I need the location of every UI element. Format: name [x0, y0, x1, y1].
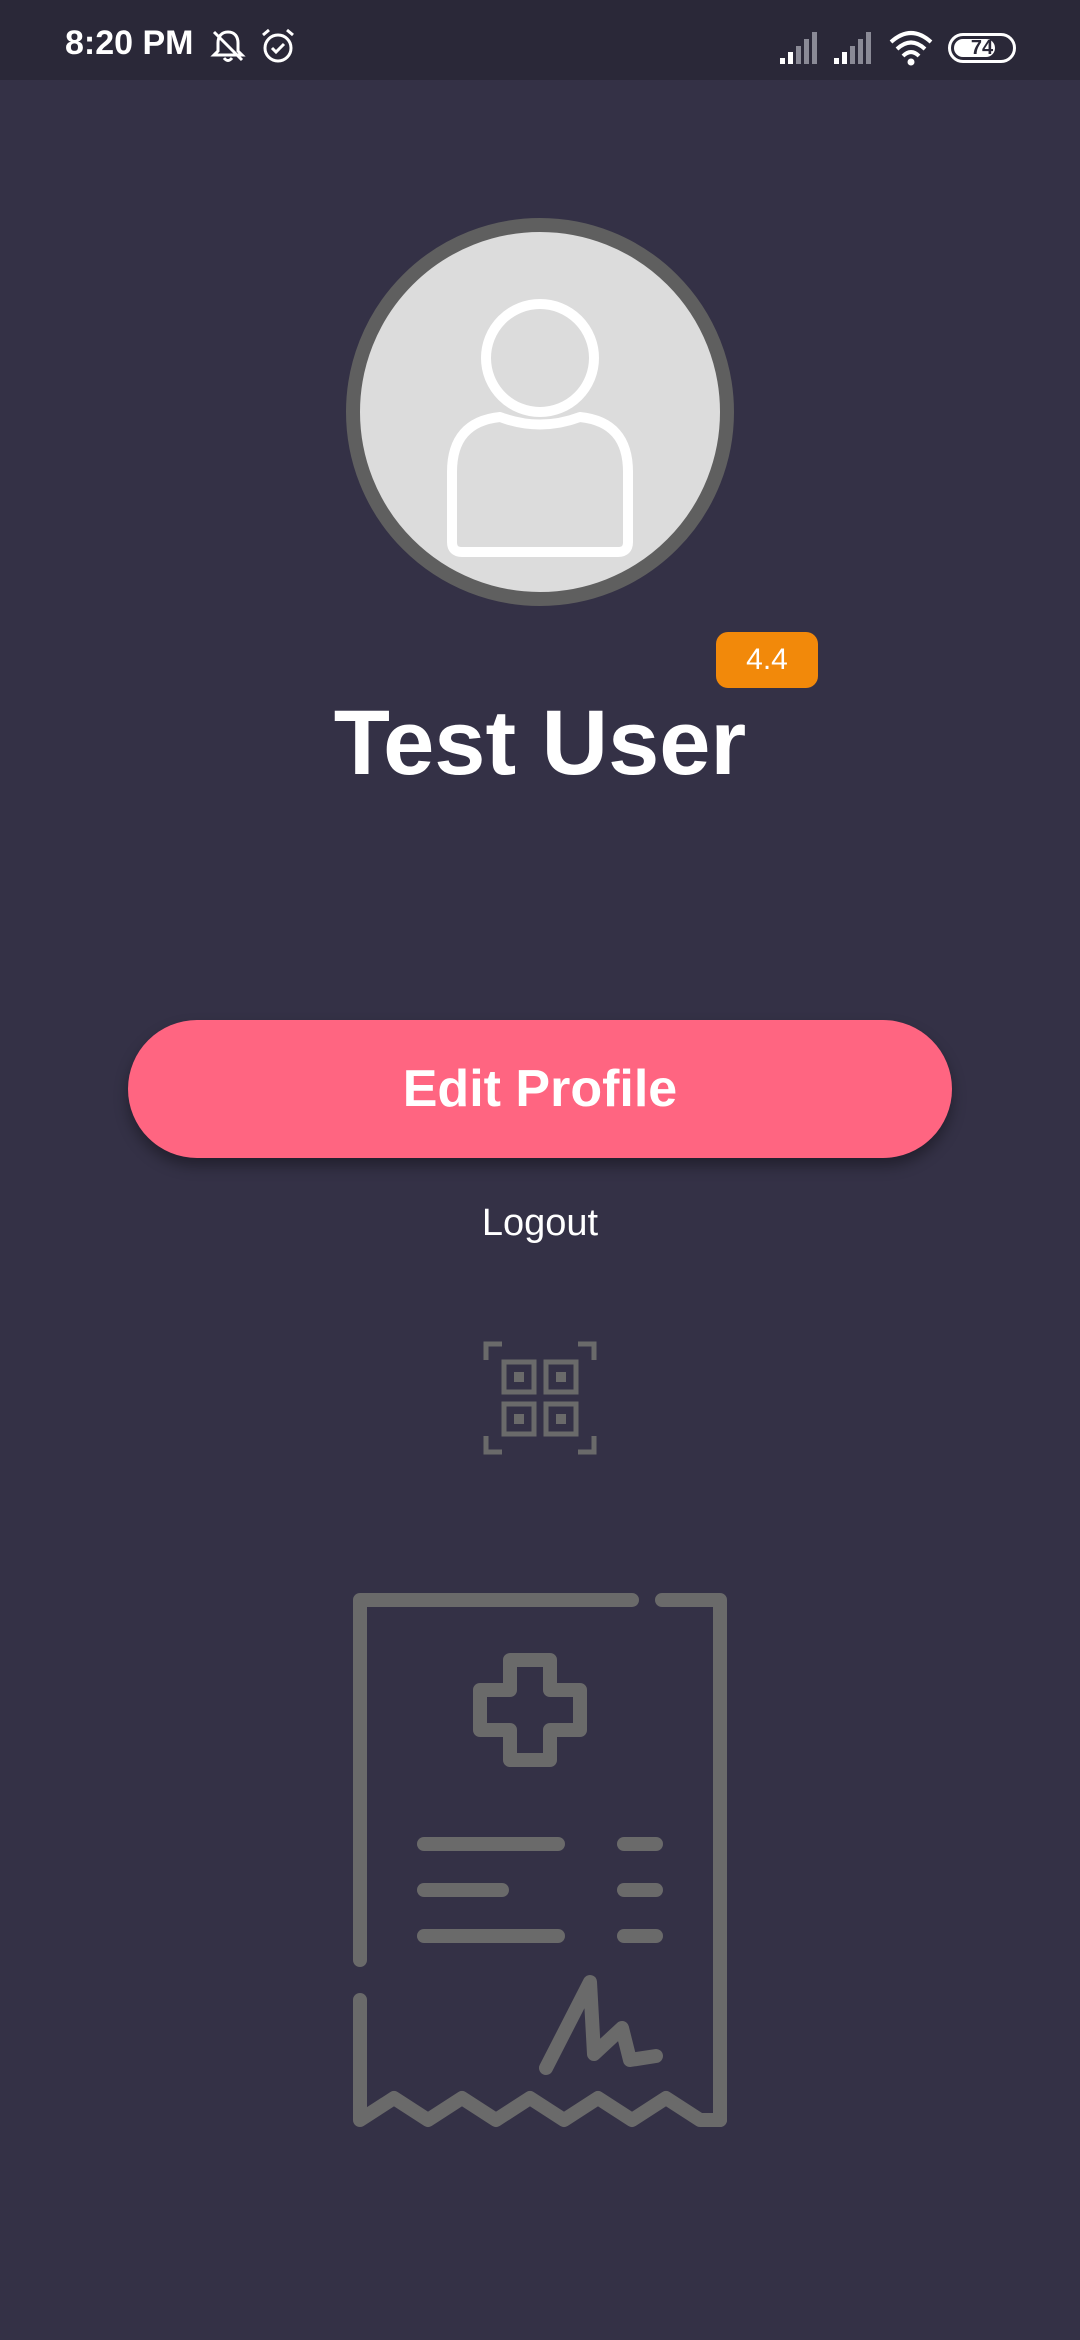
edit-profile-button[interactable]: Edit Profile: [128, 1020, 952, 1158]
avatar[interactable]: [346, 218, 734, 606]
battery-percentage: 74: [970, 37, 994, 59]
qr-code-icon[interactable]: [482, 1340, 598, 1461]
status-bar: 8:20 PM 74: [0, 0, 1080, 80]
signal-icon: [778, 30, 822, 71]
alarm-icon: [258, 26, 298, 71]
prescription-icon: [350, 1590, 730, 2155]
user-icon: [447, 299, 633, 557]
mute-icon: [208, 26, 248, 71]
battery-icon: 74: [948, 33, 1016, 63]
signal-icon: [832, 30, 876, 71]
user-name: Test User: [333, 692, 747, 794]
status-time: 8:20 PM: [65, 24, 194, 62]
rating-badge: 4.4: [716, 632, 818, 688]
logout-link[interactable]: Logout: [0, 1198, 1080, 1248]
wifi-icon: [888, 30, 934, 71]
